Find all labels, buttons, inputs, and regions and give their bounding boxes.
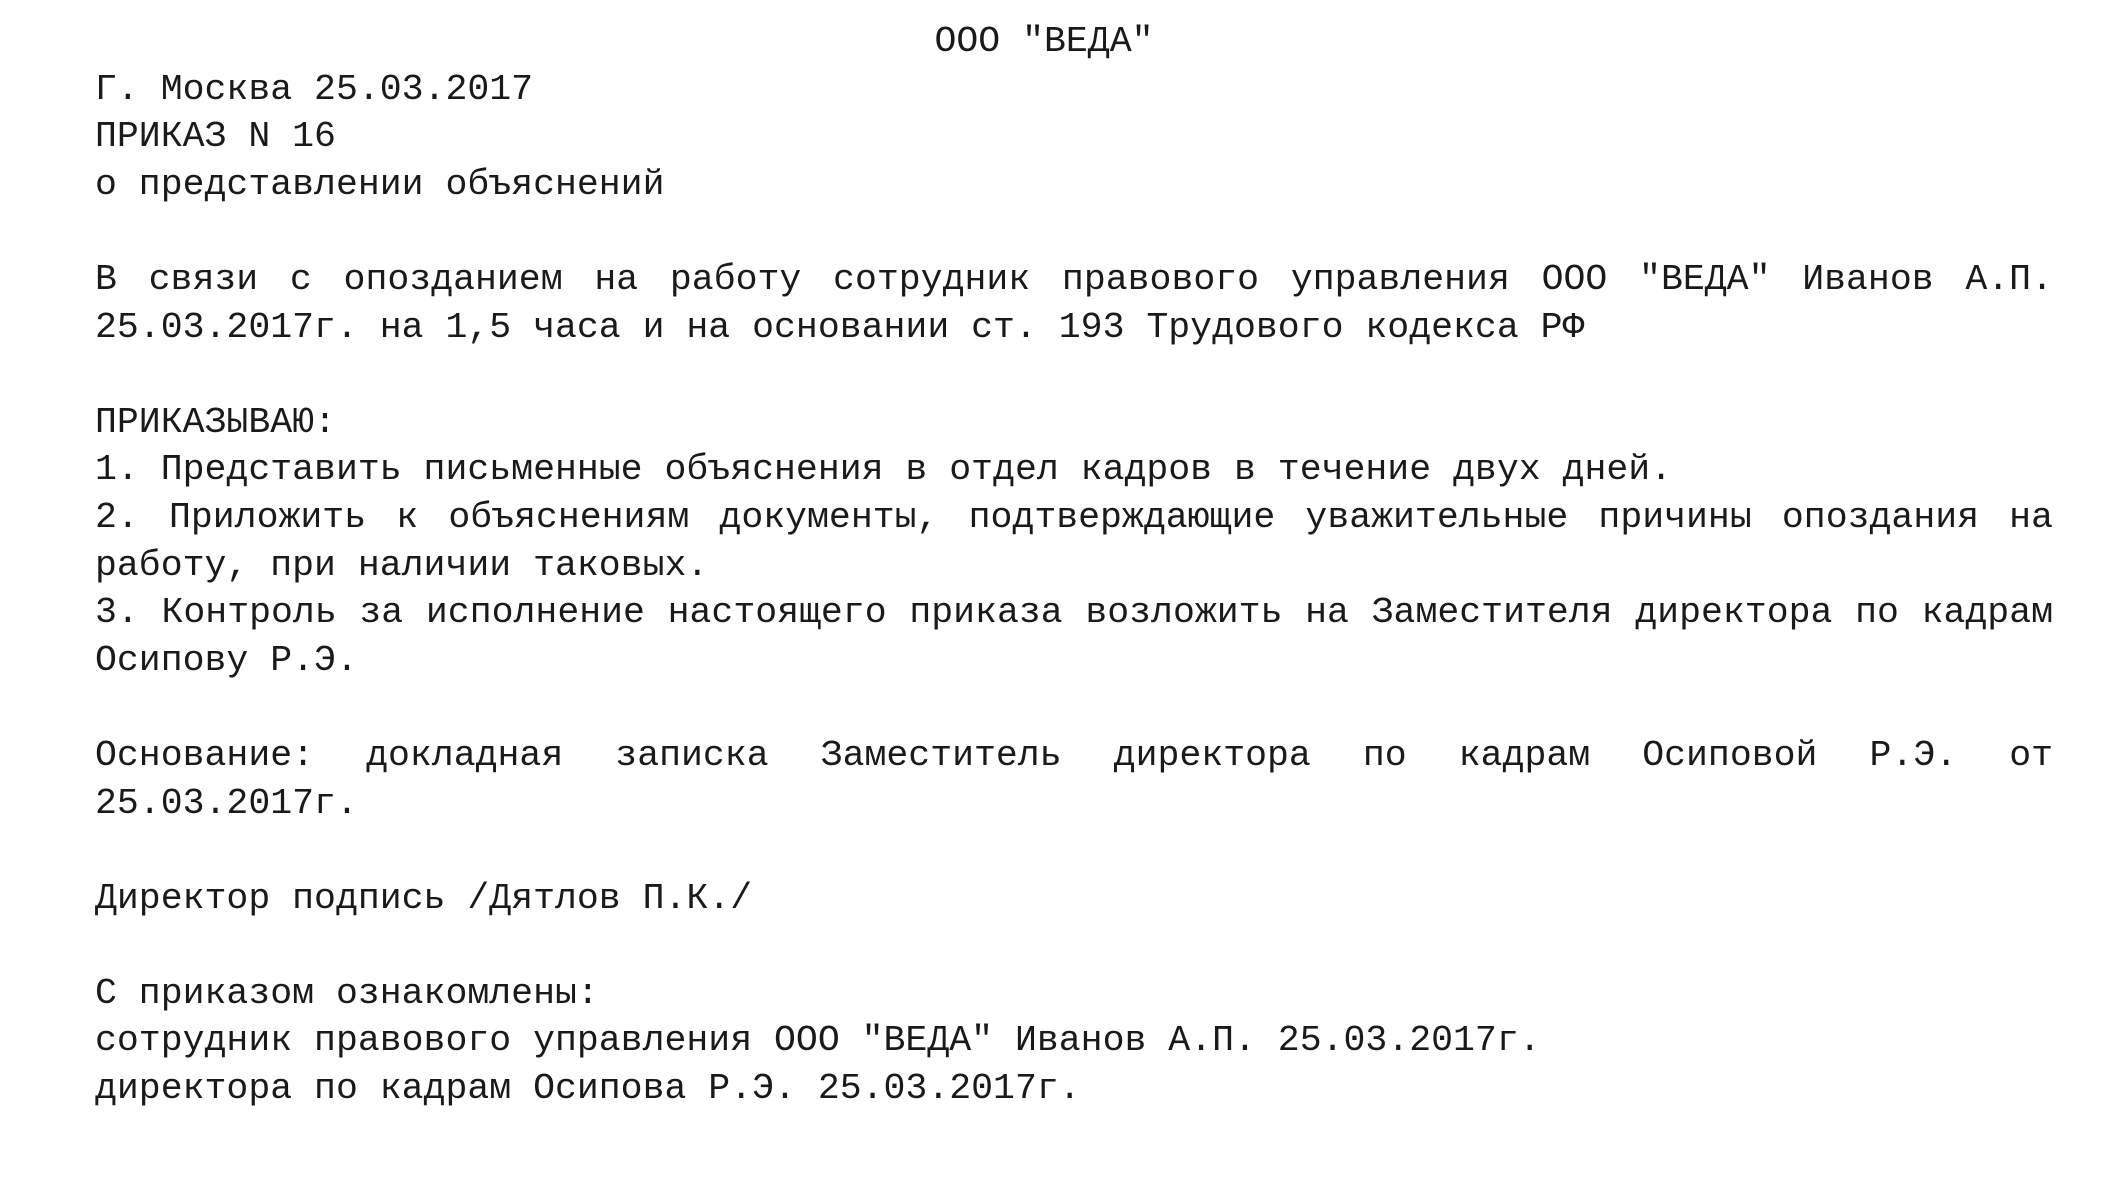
acknowledged-entry: директора по кадрам Осипова Р.Э. 25.03.2… <box>95 1068 1081 1110</box>
acknowledged-heading: С приказом ознакомлены: <box>95 972 599 1014</box>
order-subject: о представлении объяснений <box>95 163 665 205</box>
company-name: ООО "ВЕДА" <box>934 21 1154 62</box>
order-heading: ПРИКАЗЫВАЮ: <box>95 401 336 443</box>
basis-paragraph: Основание: докладная записка Заместитель… <box>95 734 2075 824</box>
city-date: Г. Москва 25.03.2017 <box>95 68 534 110</box>
order-item: 1. Представить письменные объяснения в о… <box>95 449 1673 491</box>
director-signature: Директор подпись /Дятлов П.К./ <box>95 877 753 919</box>
order-item: 2. Приложить к объяснениям документы, по… <box>95 496 2075 586</box>
order-number: ПРИКАЗ N 16 <box>95 116 336 158</box>
document-page: ООО "ВЕДА" Г. Москва 25.03.2017 ПРИКАЗ N… <box>95 18 2053 1113</box>
acknowledged-entry: сотрудник правового управления ООО "ВЕДА… <box>95 1020 1541 1062</box>
order-item: 3. Контроль за исполнение настоящего при… <box>95 592 2075 681</box>
preamble-paragraph: В связи с опозданием на работу сотрудник… <box>95 258 2075 348</box>
